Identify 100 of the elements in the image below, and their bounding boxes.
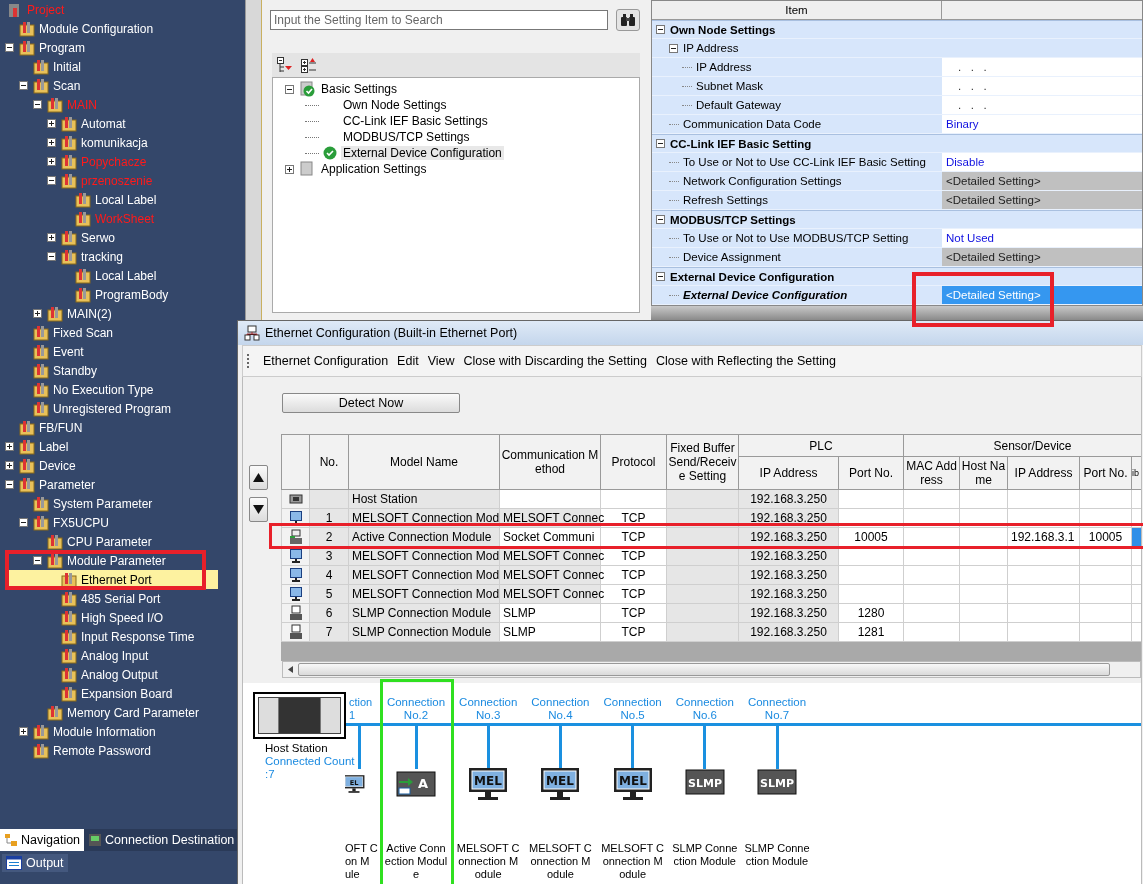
folder-icon — [33, 742, 49, 759]
tree-item[interactable]: High Speed I/O — [5, 608, 164, 627]
column-header: Port No. — [1079, 456, 1132, 490]
menu-item[interactable]: View — [424, 354, 461, 368]
collapse-all-icon[interactable] — [277, 57, 293, 73]
collapse-toggle[interactable] — [656, 139, 665, 148]
detail-setting-button[interactable]: <Detailed Setting> — [942, 172, 1142, 190]
expand-toggle[interactable] — [19, 727, 28, 736]
panel-tab[interactable]: Connection Destination — [84, 829, 239, 851]
detect-now-button[interactable]: Detect Now — [282, 393, 460, 413]
table-cell: 192.168.3.250 — [750, 606, 827, 620]
tree-item[interactable]: Remote Password — [5, 741, 152, 760]
panel-tab[interactable]: Navigation — [0, 829, 85, 851]
connection-label[interactable]: Connection No.3 — [452, 696, 525, 722]
collapse-toggle[interactable] — [19, 518, 28, 527]
collapse-toggle[interactable] — [285, 84, 294, 94]
expand-all-icon[interactable] — [301, 57, 317, 73]
collapse-toggle[interactable] — [5, 43, 14, 52]
menu-item[interactable]: Ethernet Configuration — [260, 354, 395, 368]
tree-item[interactable]: Analog Input — [5, 646, 149, 665]
tree-item[interactable]: Module Configuration — [5, 19, 154, 38]
tree-item[interactable]: Program — [5, 38, 85, 57]
tree-item[interactable]: ProgramBody — [5, 285, 169, 304]
connector-line — [775, 725, 779, 769]
left-arrow-icon[interactable] — [288, 666, 293, 673]
tree-item[interactable]: Input Response Time — [5, 627, 195, 646]
collapse-toggle[interactable] — [19, 81, 28, 90]
collapse-toggle[interactable] — [656, 25, 665, 34]
device-name: MELSOFT C onnection M odule — [455, 842, 521, 881]
detail-setting-button[interactable]: <Detailed Setting> — [942, 248, 1142, 266]
tree-item[interactable]: Standby — [5, 361, 98, 380]
tree-item[interactable]: FB/FUN — [5, 418, 83, 437]
menu-item[interactable]: Close with Discarding the Setting — [460, 354, 653, 368]
expand-toggle[interactable] — [5, 442, 14, 451]
collapse-toggle[interactable] — [47, 176, 56, 185]
tree-item[interactable]: Expansion Board — [5, 684, 173, 703]
tree-item[interactable]: Scan — [5, 76, 81, 95]
search-field[interactable]: Input the Setting Item to Search — [270, 10, 608, 30]
scroll-thumb[interactable] — [298, 663, 1110, 676]
tree-item[interactable]: External Device Configuration — [341, 146, 504, 160]
tree-item[interactable]: CC-Link IEF Basic Settings — [341, 114, 490, 128]
tree-item[interactable]: CPU Parameter — [5, 532, 152, 551]
collapse-toggle[interactable] — [47, 252, 56, 261]
collapse-toggle[interactable] — [669, 43, 678, 53]
output-tab[interactable]: Output — [2, 854, 68, 872]
connection-label[interactable]: Connection No.2 — [380, 696, 452, 722]
tree-item[interactable]: No Execution Type — [5, 380, 154, 399]
tree-item[interactable]: 485 Serial Port — [5, 589, 161, 608]
tree-item[interactable]: Module Information — [5, 722, 156, 741]
tree-item[interactable]: Automat — [5, 114, 126, 133]
move-down-button[interactable] — [249, 497, 268, 522]
move-up-button[interactable] — [249, 465, 268, 490]
expand-toggle[interactable] — [47, 157, 56, 166]
tree-item[interactable]: Parameter — [5, 475, 96, 494]
expand-toggle[interactable] — [5, 461, 14, 470]
expand-toggle[interactable] — [285, 164, 294, 174]
horizontal-scrollbar[interactable] — [282, 661, 1141, 678]
tree-item[interactable]: Fixed Scan — [5, 323, 114, 342]
tree-item[interactable]: Device — [5, 456, 76, 475]
collapse-toggle[interactable] — [33, 556, 42, 565]
connection-label[interactable]: Connection No.5 — [596, 696, 669, 722]
tree-item[interactable]: komunikacja — [5, 133, 148, 152]
tree-item[interactable]: Serwo — [5, 228, 115, 247]
connection-label[interactable]: ction 1 — [349, 696, 383, 722]
connection-label[interactable]: Connection No.6 — [668, 696, 741, 722]
tree-item[interactable]: System Parameter — [5, 494, 153, 513]
tree-item[interactable]: MAIN(2) — [5, 304, 112, 323]
tree-item[interactable]: Own Node Settings — [341, 98, 449, 112]
tree-item[interactable]: Unregistered Program — [5, 399, 172, 418]
expand-toggle[interactable] — [47, 233, 56, 242]
menu-item[interactable]: Edit — [394, 354, 425, 368]
tree-item[interactable]: Event — [5, 342, 84, 361]
tree-item[interactable]: tracking — [5, 247, 124, 266]
tree-item[interactable]: Memory Card Parameter — [5, 703, 200, 722]
collapse-toggle[interactable] — [656, 215, 665, 224]
connection-label[interactable]: Connection No.4 — [524, 696, 597, 722]
expand-toggle[interactable] — [47, 138, 56, 147]
menu-item[interactable]: Close with Reflecting the Setting — [652, 354, 842, 368]
detail-setting-button[interactable]: <Detailed Setting> — [942, 191, 1142, 209]
collapse-toggle[interactable] — [5, 480, 14, 489]
collapse-toggle[interactable] — [656, 272, 665, 281]
expand-toggle[interactable] — [33, 309, 42, 318]
tree-item[interactable]: Basic Settings — [319, 82, 400, 96]
search-button[interactable] — [616, 9, 640, 31]
tree-item[interactable]: Analog Output — [5, 665, 158, 684]
tree-item[interactable]: FX5UCPU — [5, 513, 109, 532]
tree-item[interactable]: Local Label — [5, 266, 157, 285]
tree-item[interactable]: MODBUS/TCP Settings — [341, 130, 472, 144]
table-cell: SLMP — [503, 606, 536, 620]
tree-item[interactable]: Application Settings — [319, 162, 429, 176]
column-header: No. — [309, 434, 349, 490]
tree-item[interactable]: Label — [5, 437, 69, 456]
tree-item[interactable]: Module Parameter — [5, 551, 166, 570]
tree-item[interactable]: Local Label — [5, 190, 157, 209]
connection-label[interactable]: Connection No.7 — [741, 696, 813, 722]
collapse-toggle[interactable] — [33, 100, 42, 109]
expand-toggle[interactable] — [47, 119, 56, 128]
table-cell: TCP — [621, 568, 646, 582]
horizontal-scrollbar[interactable] — [651, 306, 1143, 320]
tree-item[interactable]: Initial — [5, 57, 81, 76]
